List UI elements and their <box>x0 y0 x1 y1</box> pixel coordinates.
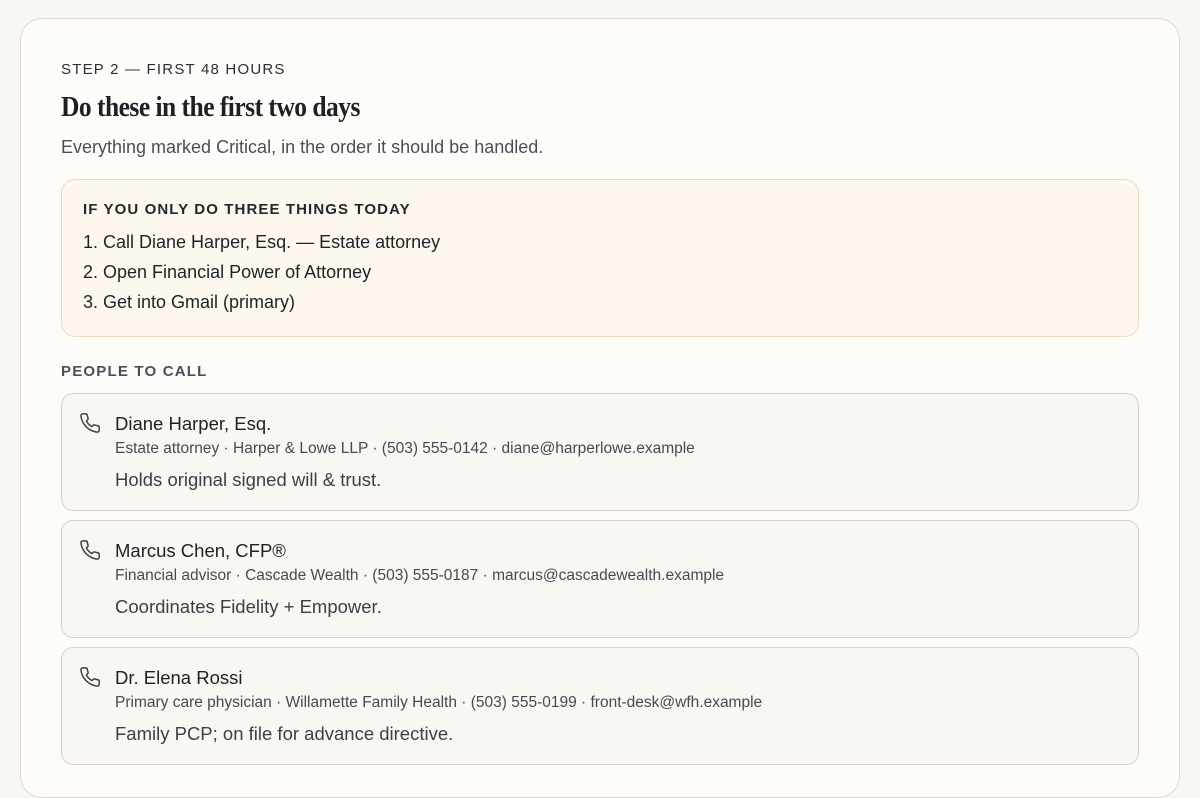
phone-icon[interactable] <box>79 539 101 561</box>
contact-card-marcus-chen[interactable]: Marcus Chen, CFP® Financial advisor · Ca… <box>61 520 1139 638</box>
contact-note: Family PCP; on file for advance directiv… <box>115 723 454 744</box>
step-card: STEP 2 — FIRST 48 HOURS Do these in the … <box>20 18 1180 798</box>
callout-heading: IF YOU ONLY DO THREE THINGS TODAY <box>83 201 411 218</box>
contact-name: Dr. Elena Rossi <box>115 667 243 688</box>
contact-note: Holds original signed will & trust. <box>115 469 382 490</box>
people-section-label: PEOPLE TO CALL <box>61 363 208 380</box>
phone-icon[interactable] <box>79 412 101 434</box>
contact-details: Estate attorney · Harper & Lowe LLP · (5… <box>115 440 695 457</box>
step-eyebrow: STEP 2 — FIRST 48 HOURS <box>61 61 286 78</box>
priority-callout: IF YOU ONLY DO THREE THINGS TODAY 1. Cal… <box>61 179 1139 337</box>
page-subtitle: Everything marked Critical, in the order… <box>61 137 544 157</box>
contact-card-diane-harper[interactable]: Diane Harper, Esq. Estate attorney · Har… <box>61 393 1139 511</box>
contact-name: Marcus Chen, CFP® <box>115 540 286 561</box>
contact-details: Financial advisor · Cascade Wealth · (50… <box>115 567 725 584</box>
contact-card-elena-rossi[interactable]: Dr. Elena Rossi Primary care physician ·… <box>61 647 1139 765</box>
callout-item: 3. Get into Gmail (primary) <box>83 292 296 312</box>
contact-name: Diane Harper, Esq. <box>115 413 272 434</box>
page-title: Do these in the first two days <box>61 91 360 123</box>
callout-item: 2. Open Financial Power of Attorney <box>83 262 372 282</box>
callout-item: 1. Call Diane Harper, Esq. — Estate atto… <box>83 232 441 252</box>
contact-note: Coordinates Fidelity + Empower. <box>115 596 382 617</box>
phone-icon[interactable] <box>79 666 101 688</box>
contact-details: Primary care physician · Willamette Fami… <box>115 694 763 711</box>
